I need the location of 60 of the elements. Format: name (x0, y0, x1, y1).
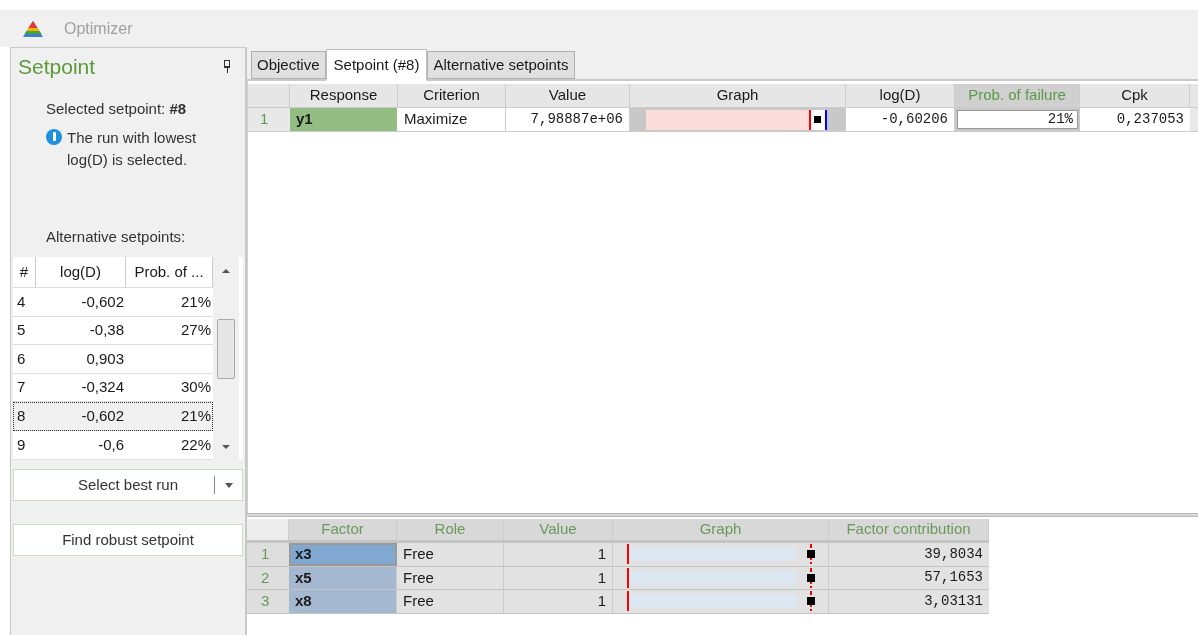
table-cell: y1 (290, 108, 398, 131)
table-cell[interactable]: x5 (289, 566, 397, 589)
table-cell[interactable]: x3 (289, 543, 397, 566)
table-cell-text: -0,602 (81, 405, 124, 426)
pin-icon[interactable] (223, 60, 231, 74)
column-header[interactable]: Value (506, 84, 630, 107)
table-cell: Free (397, 543, 504, 566)
info-text: The run with lowest log(D) is selected. (67, 127, 198, 170)
info-icon (46, 128, 62, 145)
tab[interactable]: Alternative setpoints (427, 51, 575, 79)
table-cell-text: -0,6 (98, 434, 124, 455)
column-header[interactable]: Response (290, 84, 398, 107)
tab[interactable]: Setpoint (#8) (325, 49, 428, 81)
table-cell: Free (397, 566, 504, 589)
select-best-run-button[interactable]: Select best run (13, 469, 243, 501)
app-logo-icon (22, 19, 44, 38)
table-cell: 7,98887e+06 (506, 108, 630, 131)
selected-setpoint-text: Selected setpoint: #8 (46, 100, 187, 117)
table-cell: 3,03131 (829, 590, 989, 613)
find-robust-setpoint-button[interactable]: Find robust setpoint (13, 524, 243, 556)
panel-title: Setpoint (18, 54, 96, 81)
table-cell-text: 0,903 (86, 348, 124, 369)
table-cell-text: 8 (17, 405, 26, 426)
table-cell-text: 27% (180, 320, 211, 341)
row-number: 2 (260, 567, 271, 588)
table-cell-text: 6 (17, 348, 26, 369)
table-row[interactable]: 8 -0,602 21% (13, 402, 213, 431)
tab[interactable]: Objective (251, 51, 326, 79)
table-cell: 21% (957, 110, 1078, 129)
row-number: 1 (260, 544, 271, 564)
row-number: 1 (259, 109, 270, 130)
table-cell-text: -0,602 (81, 291, 124, 312)
alternatives-label: Alternative setpoints: (46, 227, 186, 245)
table-cell-text: 9 (17, 434, 26, 455)
column-header[interactable]: # (13, 257, 36, 287)
table-cell-text: 21% (180, 291, 211, 312)
column-header[interactable]: log(D) (36, 257, 126, 287)
column-header[interactable]: Graph (630, 84, 846, 107)
table-cell-text: 5 (17, 320, 26, 341)
column-header[interactable]: Cpk (1080, 84, 1190, 107)
table-cell: 57,1653 (829, 566, 989, 589)
table-cell: Free (397, 590, 504, 613)
column-header[interactable]: Criterion (398, 84, 506, 107)
table-cell-text: 21% (180, 405, 211, 426)
table-cell-text: 4 (17, 291, 26, 312)
table-cell[interactable]: x8 (289, 590, 397, 613)
row-number: 3 (260, 591, 271, 611)
window-title: Optimizer (64, 18, 133, 39)
table-cell: 39,8034 (829, 543, 989, 566)
table-cell: -0,60206 (846, 108, 955, 131)
table-cell: 1 (504, 566, 613, 589)
table-cell: Maximize (398, 108, 506, 131)
table-cell: 0,237053 (1080, 108, 1190, 131)
table-cell: 1 (504, 590, 613, 613)
table-cell: 1 (504, 543, 613, 566)
table-cell-text: 22% (180, 434, 211, 455)
table-cell-text: 30% (180, 377, 211, 398)
table-cell-text: 7 (17, 377, 26, 398)
table-cell-text: -0,324 (81, 377, 124, 398)
table-cell-text: -0,38 (89, 320, 124, 341)
